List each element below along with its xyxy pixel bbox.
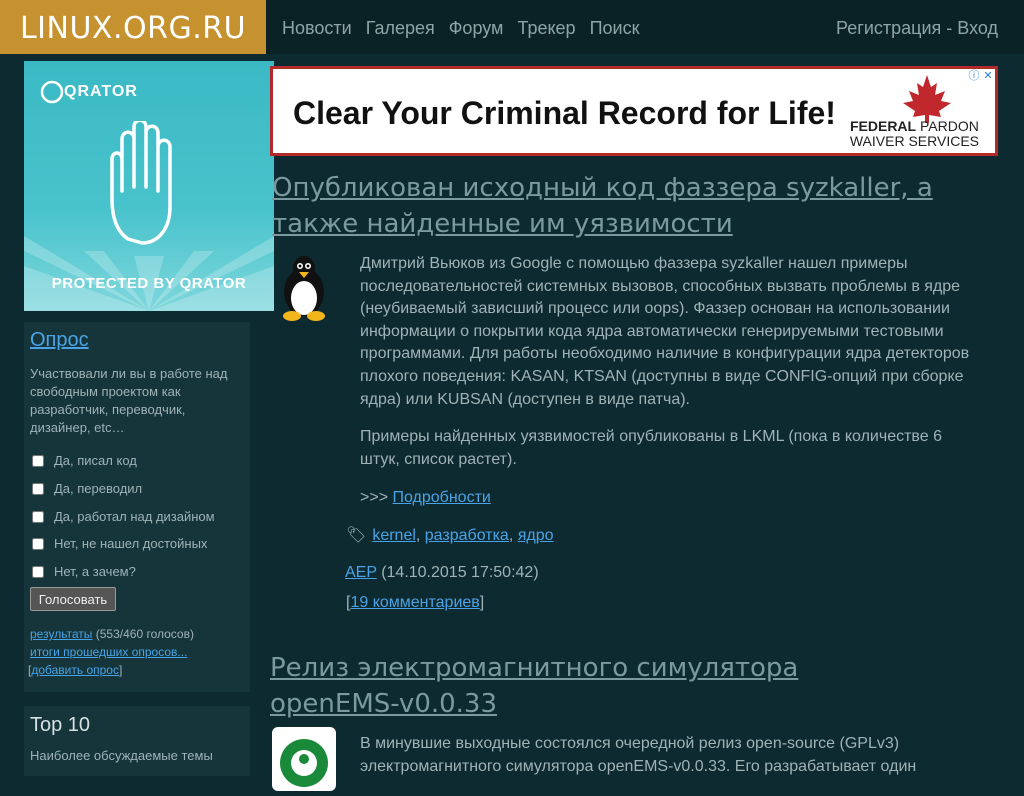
nav-search[interactable]: Поиск	[590, 18, 640, 38]
article-paragraph: Примеры найденных уязвимостей опубликова…	[360, 428, 942, 468]
qrator-caption: PROTECTED BY QRATOR	[51, 275, 247, 292]
vote-button[interactable]: Голосовать	[30, 587, 116, 611]
poll-results-line: результаты (553/460 голосов)	[30, 627, 194, 641]
poll-option[interactable]: Да, писал код	[32, 453, 137, 468]
post-date: (14.10.2015 17:50:42)	[381, 564, 539, 581]
author-line: AEP (14.10.2015 17:50:42)	[345, 564, 539, 582]
poll-checkbox[interactable]	[32, 455, 44, 467]
more-line: >>> Подробности	[360, 489, 491, 506]
ad-controls: ⓘ ✕	[967, 69, 995, 83]
poll-title[interactable]: Опрос	[30, 329, 89, 352]
poll-panel: Опрос Участвовали ли вы в работе над сво…	[24, 322, 250, 692]
hand-icon	[110, 121, 172, 245]
poll-results-link[interactable]: результаты	[30, 627, 92, 641]
comments-line: [19 комментариев]	[346, 594, 485, 611]
main-nav: Новости Галерея Форум Трекер Поиск	[282, 18, 648, 39]
poll-past-line: итоги прошедших опросов...	[30, 645, 187, 659]
tag-link[interactable]: kernel	[372, 527, 416, 544]
poll-checkbox[interactable]	[32, 483, 44, 495]
poll-option[interactable]: Да, работал над дизайном	[32, 509, 215, 524]
site-header: LINUX.ORG.RU Новости Галерея Форум Треке…	[0, 0, 1024, 54]
openems-logo-icon	[280, 739, 328, 787]
poll-option[interactable]: Нет, а зачем?	[32, 564, 136, 579]
tux-icon	[283, 256, 325, 321]
past-polls-link[interactable]: итоги прошедших опросов...	[30, 645, 187, 659]
tag-link[interactable]: разработка	[425, 527, 509, 544]
top10-panel: Top 10 Наиболее обсуждаемые темы	[24, 706, 250, 776]
nav-forum[interactable]: Форум	[449, 18, 504, 38]
article-logo	[272, 727, 336, 791]
article-title[interactable]: Релиз электромагнитного симулятора openE…	[270, 650, 920, 722]
qrator-logo-text: QRATOR	[64, 83, 138, 100]
qrator-banner[interactable]: QRATOR PROTECTED BY QRATOR	[24, 61, 274, 311]
ad-banner[interactable]: Clear Your Criminal Record for Life! FED…	[270, 66, 998, 156]
more-link[interactable]: Подробности	[392, 489, 490, 506]
adchoices-icon[interactable]: ⓘ	[967, 69, 981, 83]
add-poll-link[interactable]: добавить опрос	[31, 663, 119, 677]
site-logo[interactable]: LINUX.ORG.RU	[0, 0, 266, 54]
poll-add-line: [добавить опрос]	[28, 663, 123, 677]
comments-link[interactable]: 19 комментариев	[350, 594, 479, 611]
poll-checkbox[interactable]	[32, 538, 44, 550]
nav-news[interactable]: Новости	[282, 18, 352, 38]
nav-gallery[interactable]: Галерея	[366, 18, 435, 38]
top10-subtitle: Наиболее обсуждаемые темы	[30, 748, 213, 763]
tag-icon: 🏷	[346, 527, 367, 544]
tag-link[interactable]: ядро	[518, 527, 554, 544]
poll-question: Участвовали ли вы в работе над свободным…	[30, 366, 228, 435]
close-icon[interactable]: ✕	[981, 69, 995, 83]
nav-tracker[interactable]: Трекер	[517, 18, 575, 38]
poll-checkbox[interactable]	[32, 511, 44, 523]
ad-brand: FEDERAL PARDON WAIVER SERVICES	[849, 118, 979, 149]
poll-checkbox[interactable]	[32, 566, 44, 578]
auth-links[interactable]: Регистрация - Вход	[836, 18, 998, 39]
top10-title: Top 10	[30, 714, 91, 736]
ad-headline: Clear Your Criminal Record for Life!	[293, 95, 836, 131]
article-paragraph: В минувшие выходные состоялся очередной …	[360, 735, 917, 775]
author-link[interactable]: AEP	[345, 564, 377, 581]
poll-results-count: (553/460 голосов)	[95, 627, 194, 641]
article-paragraph: Дмитрий Вьюков из Google с помощью фаззе…	[360, 255, 970, 408]
poll-option[interactable]: Нет, не нашел достойных	[32, 536, 207, 551]
article-title[interactable]: Опубликован исходный код фаззера syzkall…	[272, 170, 1002, 242]
tags-line: 🏷 kernel, разработка, ядро	[346, 527, 554, 544]
poll-option[interactable]: Да, переводил	[32, 481, 142, 496]
maple-leaf-icon	[903, 75, 951, 123]
